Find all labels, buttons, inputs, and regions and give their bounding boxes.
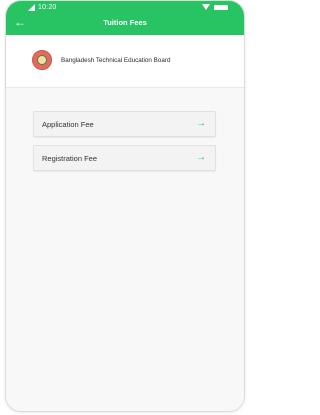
app-header: 10:20 ← Tuition Fees — [6, 1, 244, 35]
fee-item-label: Application Fee — [42, 120, 94, 129]
board-name: Bangladesh Technical Education Board — [61, 57, 171, 64]
board-logo-emblem — [37, 55, 47, 65]
phone-frame: 10:20 ← Tuition Fees Bangladesh Technica… — [5, 0, 245, 412]
registration-fee-item[interactable]: Registration Fee → — [33, 145, 216, 171]
board-logo — [32, 50, 52, 70]
status-bar: 10:20 — [6, 3, 244, 13]
arrow-right-icon: → — [196, 118, 206, 129]
application-fee-item[interactable]: Application Fee → — [33, 111, 216, 137]
fee-item-label: Registration Fee — [42, 154, 98, 163]
signal-icon — [28, 4, 35, 11]
wifi-icon — [202, 4, 210, 10]
board-card: Bangladesh Technical Education Board — [6, 35, 244, 88]
status-icons — [202, 4, 232, 12]
status-time: 10:20 — [38, 4, 57, 11]
arrow-right-icon: → — [196, 152, 206, 163]
battery-icon — [214, 5, 228, 10]
page-title: Tuition Fees — [103, 18, 147, 27]
